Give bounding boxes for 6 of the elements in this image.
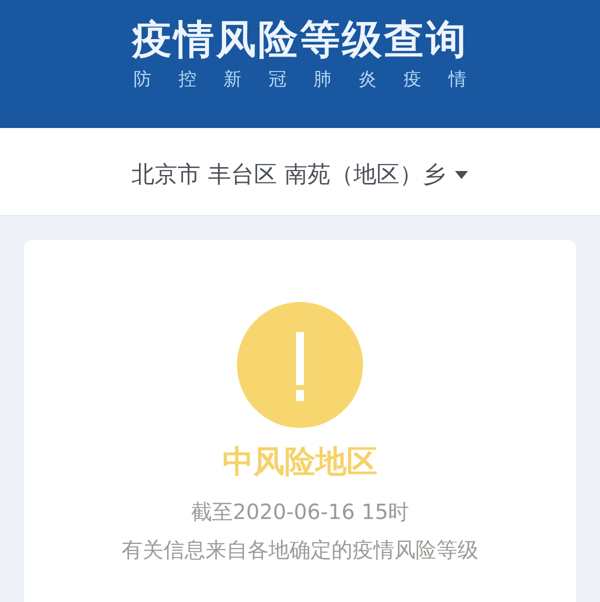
caret-icon xyxy=(455,170,468,178)
info-note: 截至2020-06-16 15时 xyxy=(190,499,410,526)
risk-level-label: 中风险地区 xyxy=(222,444,378,480)
page-title: 疫情风险等级查询 xyxy=(132,16,468,64)
info-note: 有关信息来自各地确定的疫情风险等级 xyxy=(122,537,478,564)
page-subtitle: 防控新冠肺炎疫情 xyxy=(134,68,494,92)
